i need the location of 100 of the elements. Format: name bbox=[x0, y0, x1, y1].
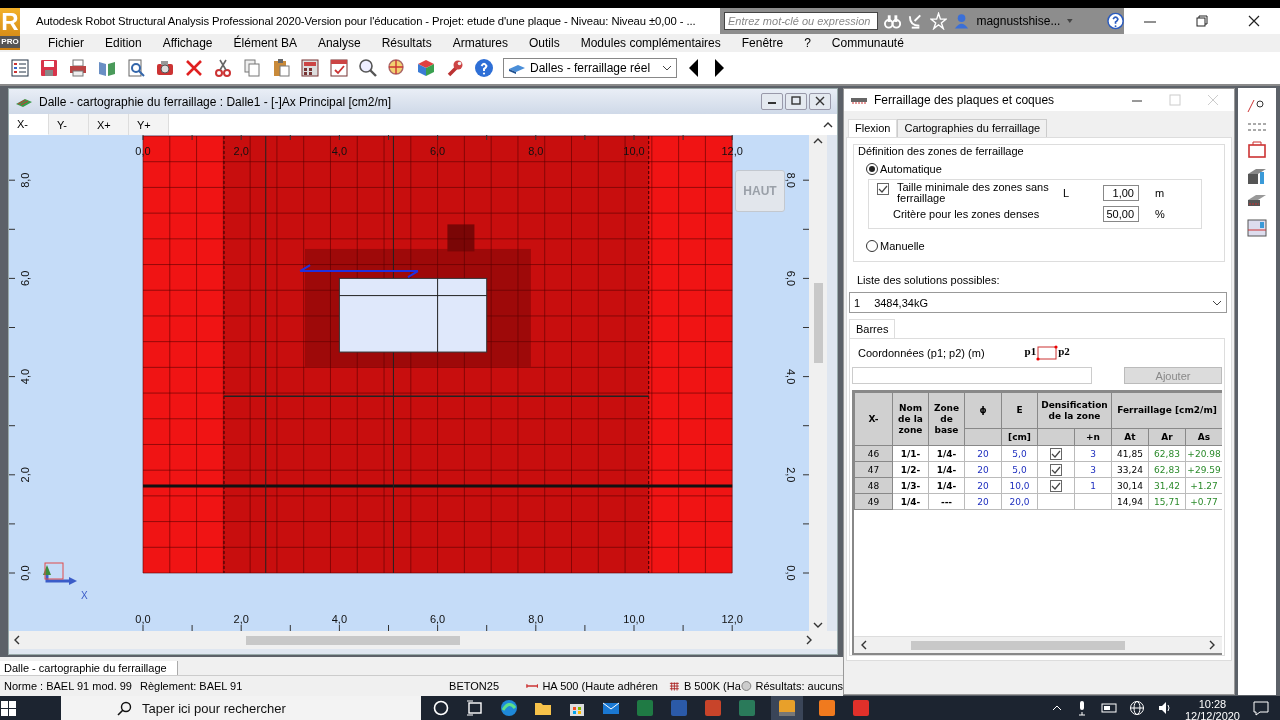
speaker-icon[interactable] bbox=[1156, 700, 1173, 716]
mesh-icon bbox=[669, 680, 680, 692]
menu-item[interactable]: ? bbox=[800, 36, 815, 50]
cube-icon[interactable] bbox=[416, 58, 436, 78]
windows-icon[interactable] bbox=[0, 699, 17, 717]
app-icon[interactable] bbox=[851, 698, 871, 718]
table-icon[interactable] bbox=[10, 58, 30, 78]
axis-label: 6,0 bbox=[429, 613, 446, 625]
printer-icon[interactable] bbox=[68, 58, 88, 78]
menu-item[interactable]: Communauté bbox=[827, 36, 908, 50]
zoom-target-icon[interactable] bbox=[387, 58, 407, 78]
tab[interactable]: X+ bbox=[89, 114, 129, 135]
restore-icon[interactable] bbox=[1194, 13, 1210, 29]
input-field[interactable] bbox=[852, 367, 1092, 384]
tab[interactable]: Y- bbox=[49, 114, 89, 135]
task-view-icon[interactable] bbox=[465, 698, 485, 718]
scrollbar-thumb[interactable] bbox=[246, 635, 460, 645]
checkbox[interactable] bbox=[1050, 463, 1062, 476]
tab[interactable]: Y+ bbox=[129, 114, 169, 135]
copy-icon[interactable] bbox=[242, 58, 262, 78]
menu-item[interactable]: Modules complémentaires bbox=[576, 36, 725, 50]
tab[interactable]: Barres bbox=[849, 319, 896, 338]
delete-icon[interactable] bbox=[184, 58, 204, 78]
radio-button[interactable] bbox=[866, 163, 878, 175]
checkbox[interactable] bbox=[1050, 479, 1062, 492]
beam-icon[interactable] bbox=[1246, 166, 1268, 186]
zoom-icon[interactable] bbox=[358, 58, 378, 78]
check-icon bbox=[1051, 448, 1061, 459]
view-dropdown[interactable]: Dalles - ferraillage réel bbox=[503, 58, 677, 78]
app-icon[interactable] bbox=[703, 698, 723, 718]
maximize-icon[interactable] bbox=[785, 93, 807, 110]
document-tab[interactable]: Dalle - cartographie du ferraillage bbox=[0, 661, 178, 676]
scrollbar[interactable] bbox=[9, 631, 837, 649]
menu-item[interactable]: Armatures bbox=[448, 36, 512, 50]
unit-label: % bbox=[1155, 208, 1166, 220]
camera-icon[interactable] bbox=[155, 58, 175, 78]
section-icon[interactable] bbox=[1246, 218, 1268, 238]
checklist-icon[interactable] bbox=[329, 58, 349, 78]
input-field[interactable]: 50,00 bbox=[1103, 206, 1139, 222]
menu-item[interactable]: Fenêtre bbox=[737, 36, 788, 50]
menu-item[interactable]: Fichier bbox=[44, 36, 88, 50]
calculator-icon[interactable] bbox=[300, 58, 320, 78]
help-icon[interactable] bbox=[1106, 12, 1125, 30]
menu-item[interactable]: Affichage bbox=[158, 36, 217, 50]
scrollbar-thumb[interactable] bbox=[813, 283, 823, 363]
scrollbar-thumb[interactable] bbox=[911, 640, 1125, 650]
menu-item[interactable]: Résultats bbox=[377, 36, 436, 50]
axis-label: 2,0 bbox=[785, 467, 797, 483]
table-cell: 1/3- bbox=[892, 477, 929, 494]
close-icon[interactable] bbox=[809, 93, 831, 110]
search-field[interactable]: Entrez mot-clé ou expression bbox=[724, 12, 879, 30]
tab[interactable]: Flexion bbox=[848, 119, 898, 137]
menu-item[interactable]: Élément BA bbox=[229, 36, 301, 50]
minimize-icon[interactable] bbox=[761, 93, 783, 110]
circle-icon[interactable] bbox=[431, 698, 451, 718]
app-logo[interactable]: R PRO bbox=[0, 8, 20, 50]
scrollbar[interactable] bbox=[854, 636, 1222, 653]
caret-icon[interactable] bbox=[1066, 16, 1075, 26]
close-icon[interactable] bbox=[1246, 13, 1262, 29]
checkbox[interactable] bbox=[877, 183, 889, 195]
user-name[interactable]: magnustshise... bbox=[976, 14, 1061, 28]
radio-button[interactable] bbox=[866, 240, 878, 252]
binoculars-icon[interactable] bbox=[884, 12, 902, 30]
search-field[interactable]: Taper ici pour rechercher bbox=[61, 696, 421, 720]
preview-icon[interactable] bbox=[126, 58, 146, 78]
star-icon[interactable] bbox=[930, 12, 948, 30]
menu-item[interactable]: Outils bbox=[525, 36, 564, 50]
chevron-left-icon[interactable] bbox=[860, 640, 868, 650]
app-icon[interactable] bbox=[777, 698, 797, 718]
help-icon[interactable] bbox=[474, 58, 494, 78]
frame-icon[interactable] bbox=[1246, 140, 1268, 160]
chevron-right-icon[interactable] bbox=[805, 635, 813, 645]
table-cell: 33,24 bbox=[1111, 461, 1149, 478]
save-icon[interactable] bbox=[39, 58, 59, 78]
dropdown-value: 1 bbox=[854, 296, 861, 309]
notification-icon[interactable] bbox=[1252, 699, 1270, 717]
caret-up-icon[interactable] bbox=[1050, 703, 1063, 713]
table-cell: 62,83 bbox=[1148, 461, 1186, 478]
input-field[interactable]: 1,00 bbox=[1103, 185, 1139, 201]
browser-icon[interactable] bbox=[499, 698, 519, 718]
menu-item[interactable]: Edition bbox=[101, 36, 146, 50]
scissors-icon[interactable] bbox=[213, 58, 233, 78]
globe-icon[interactable] bbox=[1128, 700, 1145, 716]
scrollbar[interactable] bbox=[809, 135, 827, 631]
chevron-right-icon[interactable] bbox=[1208, 640, 1216, 650]
solutions-dropdown[interactable]: 1 3484,34kG bbox=[849, 292, 1227, 313]
app-icon[interactable] bbox=[737, 698, 757, 718]
battery-icon[interactable] bbox=[1100, 700, 1117, 716]
menu-item[interactable]: Analyse bbox=[313, 36, 365, 50]
checkbox[interactable] bbox=[1050, 447, 1062, 460]
table-cell: 20 bbox=[964, 461, 1002, 478]
chevron-down-icon[interactable] bbox=[813, 621, 823, 629]
app-icon[interactable] bbox=[635, 698, 655, 718]
chevron-left-icon[interactable] bbox=[13, 635, 21, 645]
wrench-icon[interactable] bbox=[445, 58, 465, 78]
paste-icon[interactable] bbox=[271, 58, 291, 78]
axis-label: X bbox=[81, 590, 88, 601]
app-icon[interactable] bbox=[817, 698, 837, 718]
window-title: Ferraillage des plaques et coques bbox=[874, 93, 1056, 107]
tab[interactable]: Cartographies du ferraillage bbox=[897, 119, 1048, 137]
